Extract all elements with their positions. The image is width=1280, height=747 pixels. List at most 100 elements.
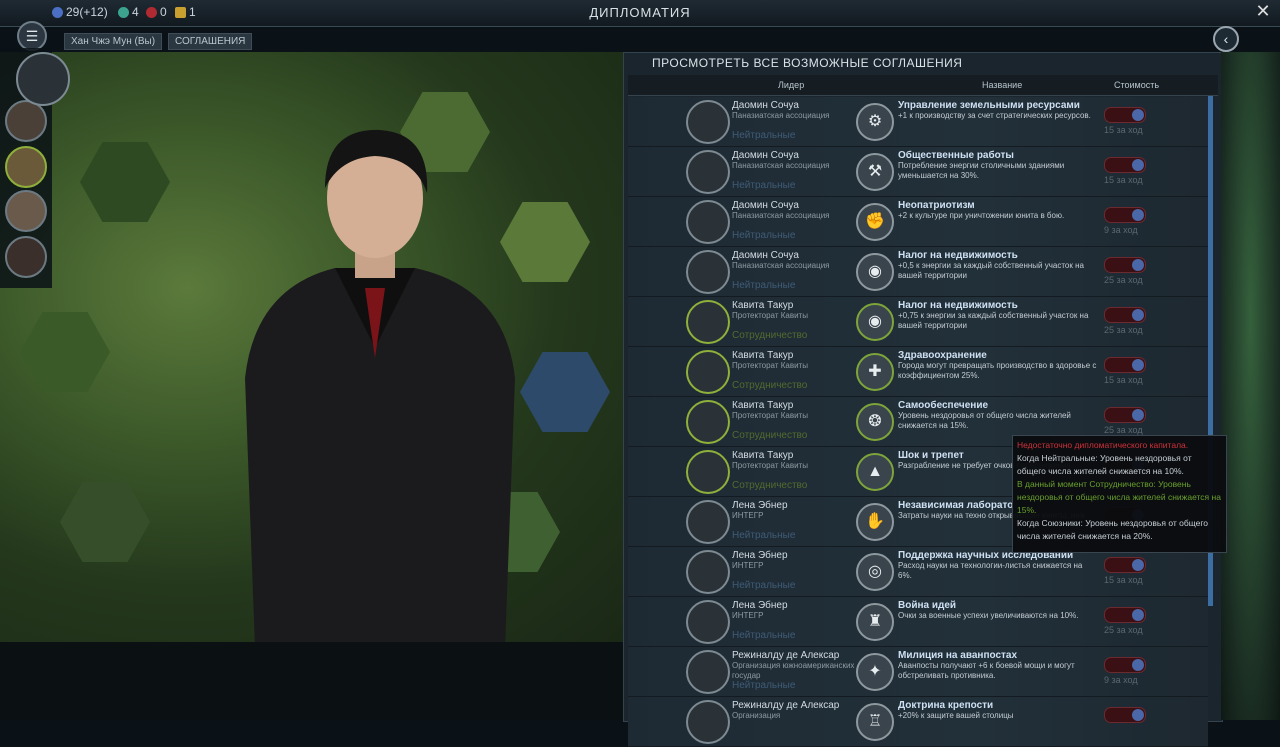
agreement-description: Расход науки на технологии-листья снижае… (898, 561, 1083, 580)
leader-organization: Протекторат Кавиты (732, 311, 808, 320)
agreement-name: Война идей (898, 600, 957, 611)
agreement-description: +0,75 к энергии за каждый собственный уч… (898, 311, 1089, 330)
cost-per-turn: 25 за ход (1104, 425, 1143, 435)
agreement-row[interactable]: Кавита Такур Протекторат Кавиты Сотрудниче… (628, 347, 1208, 397)
terrain-hex (80, 142, 170, 222)
breadcrumb-agreements[interactable]: СОГЛАШЕНИЯ (168, 33, 253, 50)
relationship-status: Нейтральные (732, 180, 796, 191)
cost-toggle[interactable] (1104, 357, 1146, 373)
cost-toggle[interactable] (1104, 207, 1146, 223)
column-leader[interactable]: Лидер (778, 80, 804, 90)
leader-name: Даомин Сочуа (732, 100, 799, 111)
leader-portrait (686, 250, 730, 294)
leader-name: Лена Эбнер (732, 600, 788, 611)
cost-per-turn: 15 за ход (1104, 375, 1143, 385)
leader-name: Кавита Такур (732, 400, 794, 411)
cost-toggle[interactable] (1104, 657, 1146, 673)
cost-toggle[interactable] (1104, 407, 1146, 423)
leader-organization: Паназиатская ассоциация (732, 261, 830, 270)
leader-avatar[interactable] (5, 190, 47, 232)
agreement-name: Здравоохранение (898, 350, 987, 361)
agreement-row[interactable]: Даомин Сочуа Паназиатская ассоциация Нейтр… (628, 147, 1208, 197)
agreement-description: +0,5 к энергии за каждый собственный уча… (898, 261, 1084, 280)
toggle-knob-icon (1132, 109, 1144, 121)
agreement-icon: ✚ (856, 353, 894, 391)
agreement-row[interactable]: Лена Эбнер ИНТЕГР Нейтральные ♜ Война идей Оч… (628, 597, 1208, 647)
cost-per-turn: 25 за ход (1104, 275, 1143, 285)
agreement-row[interactable]: Даомин Сочуа Паназиатская ассоциация Нейтр… (628, 247, 1208, 297)
leader-organization: Паназиатская ассоциация (732, 211, 830, 220)
leader-avatar[interactable] (5, 236, 47, 278)
leader-name: Кавита Такур (732, 300, 794, 311)
relationship-status: Нейтральные (732, 580, 796, 591)
cost-per-turn: 15 за ход (1104, 175, 1143, 185)
relationship-status: Сотрудничество (732, 480, 808, 491)
agreement-description: +1 к производству за счет стратегических… (898, 111, 1091, 120)
agreement-name: Самообеспечение (898, 400, 989, 411)
agreement-icon: ⚙ (856, 103, 894, 141)
leader-avatar[interactable] (5, 100, 47, 142)
agreement-description: Очки за военные успехи увеличиваются на … (898, 611, 1079, 620)
cost-toggle[interactable] (1104, 557, 1146, 573)
panel-title: ПРОСМОТРЕТЬ ВСЕ ВОЗМОЖНЫЕ СОГЛАШЕНИЯ (652, 56, 963, 70)
leader-name: Даомин Сочуа (732, 200, 799, 211)
leader-organization: Протекторат Кавиты (732, 461, 808, 470)
column-name[interactable]: Название (982, 80, 1022, 90)
terrain-hex (20, 312, 110, 392)
relationship-status: Сотрудничество (732, 430, 808, 441)
toggle-knob-icon (1132, 659, 1144, 671)
tooltip-line: Когда Нейтральные: Уровень нездоровья от… (1017, 453, 1192, 476)
leader-avatar[interactable] (5, 146, 47, 188)
agreement-row[interactable]: Режиналду де Алексар Организация ♖ Доктрина… (628, 697, 1208, 747)
cost-per-turn: 15 за ход (1104, 125, 1143, 135)
cost-toggle[interactable] (1104, 307, 1146, 323)
cost-toggle[interactable] (1104, 107, 1146, 123)
agreement-row[interactable]: Кавита Такур Протекторат Кавиты Сотрудниче… (628, 297, 1208, 347)
map-edge (1221, 52, 1280, 720)
agreement-name: Неопатриотизм (898, 200, 975, 211)
agreement-row[interactable]: Лена Эбнер ИНТЕГР Нейтральные ◎ Поддержка на… (628, 547, 1208, 597)
agreement-icon: ◉ (856, 253, 894, 291)
agreement-description: Города могут превращать производство в з… (898, 361, 1097, 380)
agreement-icon: ✋ (856, 503, 894, 541)
agreement-description: Потребление энергии столичными зданиями … (898, 161, 1065, 180)
leader-organization: ИНТЕГР (732, 511, 764, 520)
toggle-knob-icon (1132, 409, 1144, 421)
cost-toggle[interactable] (1104, 707, 1146, 723)
agreement-description: Аванпосты получают +6 к боевой мощи и мо… (898, 661, 1075, 680)
relationship-status: Сотрудничество (732, 380, 808, 391)
agreement-icon: ♖ (856, 703, 894, 741)
column-cost[interactable]: Стоимость (1114, 80, 1159, 90)
tooltip-line: Когда Союзники: Уровень нездоровья от об… (1017, 518, 1208, 541)
leader-organization: Паназиатская ассоциация (732, 111, 830, 120)
relationship-status: Нейтральные (732, 530, 796, 541)
back-button[interactable]: ‹ (1213, 26, 1239, 52)
cost-per-turn: 25 за ход (1104, 325, 1143, 335)
agreement-row[interactable]: Даомин Сочуа Паназиатская ассоциация Нейтр… (628, 97, 1208, 147)
agreement-name: Шок и трепет (898, 450, 964, 461)
cost-toggle[interactable] (1104, 157, 1146, 173)
menu-button[interactable]: ☰ (17, 21, 47, 51)
cost-toggle[interactable] (1104, 607, 1146, 623)
leader-name: Лена Эбнер (732, 500, 788, 511)
agreement-name: Управление земельными ресурсами (898, 100, 1080, 111)
relationship-status: Нейтральные (732, 630, 796, 641)
leader-scene (0, 52, 625, 642)
agreement-name: Налог на недвижимость (898, 300, 1018, 311)
leader-portrait (686, 400, 730, 444)
leader-character (245, 129, 515, 642)
agreement-row[interactable]: Режиналду де Алексар Организация южноамер… (628, 647, 1208, 697)
leader-portrait (686, 100, 730, 144)
agreement-icon: ♜ (856, 603, 894, 641)
relationship-status: Нейтральные (732, 130, 796, 141)
agreement-row[interactable]: Даомин Сочуа Паназиатская ассоциация Нейтр… (628, 197, 1208, 247)
agreement-name: Милиция на аванпостах (898, 650, 1018, 661)
cost-toggle[interactable] (1104, 257, 1146, 273)
leader-name: Кавита Такур (732, 350, 794, 361)
active-leader-avatar[interactable] (16, 52, 70, 106)
agreements-panel: ПРОСМОТРЕТЬ ВСЕ ВОЗМОЖНЫЕ СОГЛАШЕНИЯ Лид… (623, 52, 1223, 747)
toggle-knob-icon (1132, 309, 1144, 321)
screen-title: ДИПЛОМАТИЯ (589, 5, 691, 20)
close-icon[interactable]: ✕ (1252, 0, 1274, 22)
breadcrumb-player[interactable]: Хан Чжэ Мун (Вы) (64, 33, 163, 50)
